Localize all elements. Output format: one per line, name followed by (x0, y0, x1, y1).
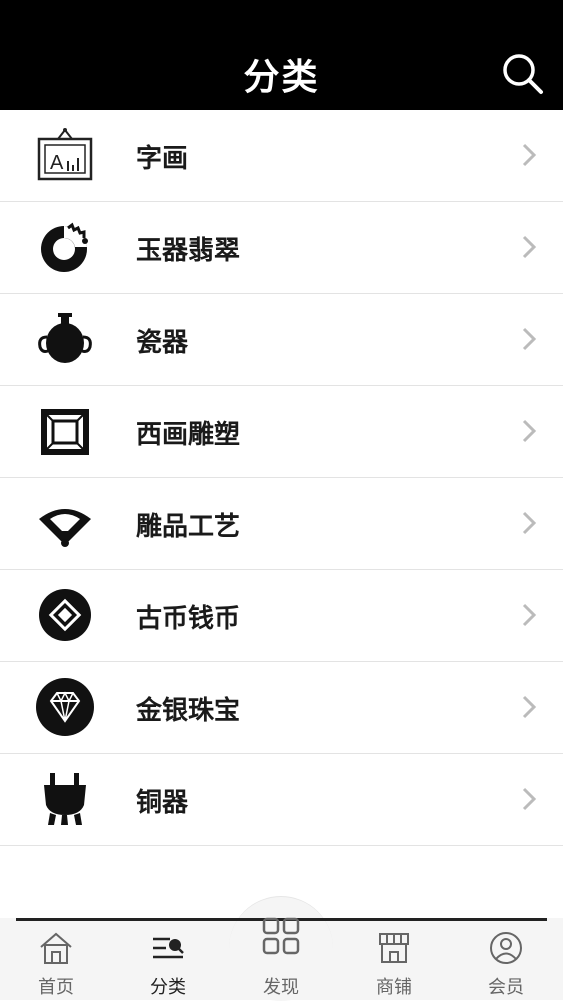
category-list: A 字画 玉器翡翠 瓷器 西画雕塑 雕品工艺 古币钱币 金银珠宝 铜器 (0, 110, 563, 846)
category-item-western-art[interactable]: 西画雕塑 (0, 386, 563, 478)
category-label: 金银珠宝 (136, 696, 241, 726)
chevron-right-icon (522, 511, 537, 535)
category-item-coins[interactable]: 古币钱币 (0, 570, 563, 662)
svg-text:A: A (50, 152, 64, 174)
page-title: 分类 (243, 57, 320, 98)
tab-label: 会员 (488, 977, 524, 998)
category-item-bronze[interactable]: 铜器 (0, 754, 563, 846)
user-icon (490, 932, 522, 964)
tab-category[interactable]: 分类 (128, 928, 208, 998)
category-label: 玉器翡翠 (136, 236, 241, 266)
chevron-right-icon (522, 419, 537, 443)
vase-icon (36, 309, 94, 369)
category-item-jewelry[interactable]: 金银珠宝 (0, 662, 563, 754)
jade-ring-icon (36, 217, 94, 277)
chevron-right-icon (522, 327, 537, 351)
frame-icon (36, 401, 94, 461)
search-button[interactable] (501, 52, 545, 96)
grid-icon (262, 917, 300, 955)
category-label: 铜器 (136, 788, 189, 818)
tab-home[interactable]: 首页 (16, 928, 96, 998)
category-label: 西画雕塑 (136, 420, 241, 450)
tab-label: 发现 (263, 977, 299, 998)
category-item-crafts[interactable]: 雕品工艺 (0, 478, 563, 570)
home-icon (40, 932, 72, 964)
tab-member[interactable]: 会员 (466, 928, 546, 998)
store-icon (379, 933, 409, 963)
chevron-right-icon (522, 787, 537, 811)
category-item-porcelain[interactable]: 瓷器 (0, 294, 563, 386)
category-label: 瓷器 (136, 328, 189, 358)
chevron-right-icon (522, 695, 537, 719)
tab-label: 分类 (150, 977, 186, 998)
tab-label: 商铺 (376, 977, 412, 998)
ancient-coin-icon (36, 585, 94, 645)
chevron-right-icon (522, 603, 537, 627)
category-label: 雕品工艺 (136, 512, 241, 542)
tab-discover[interactable]: 发现 (241, 917, 321, 998)
category-list-icon (153, 937, 184, 959)
category-label: 字画 (136, 144, 189, 174)
app-header: 分类 (0, 0, 563, 110)
chevron-right-icon (522, 235, 537, 259)
bronze-ding-icon (36, 769, 94, 829)
search-icon (503, 54, 543, 94)
category-item-jade[interactable]: 玉器翡翠 (0, 202, 563, 294)
folding-fan-icon (36, 493, 94, 553)
diamond-icon (36, 677, 94, 737)
painting-frame-icon: A (36, 125, 94, 185)
tab-label: 首页 (38, 977, 74, 998)
category-item-painting[interactable]: A 字画 (0, 110, 563, 202)
chevron-right-icon (522, 143, 537, 167)
category-label: 古币钱币 (136, 604, 241, 634)
tab-store[interactable]: 商铺 (354, 928, 434, 998)
